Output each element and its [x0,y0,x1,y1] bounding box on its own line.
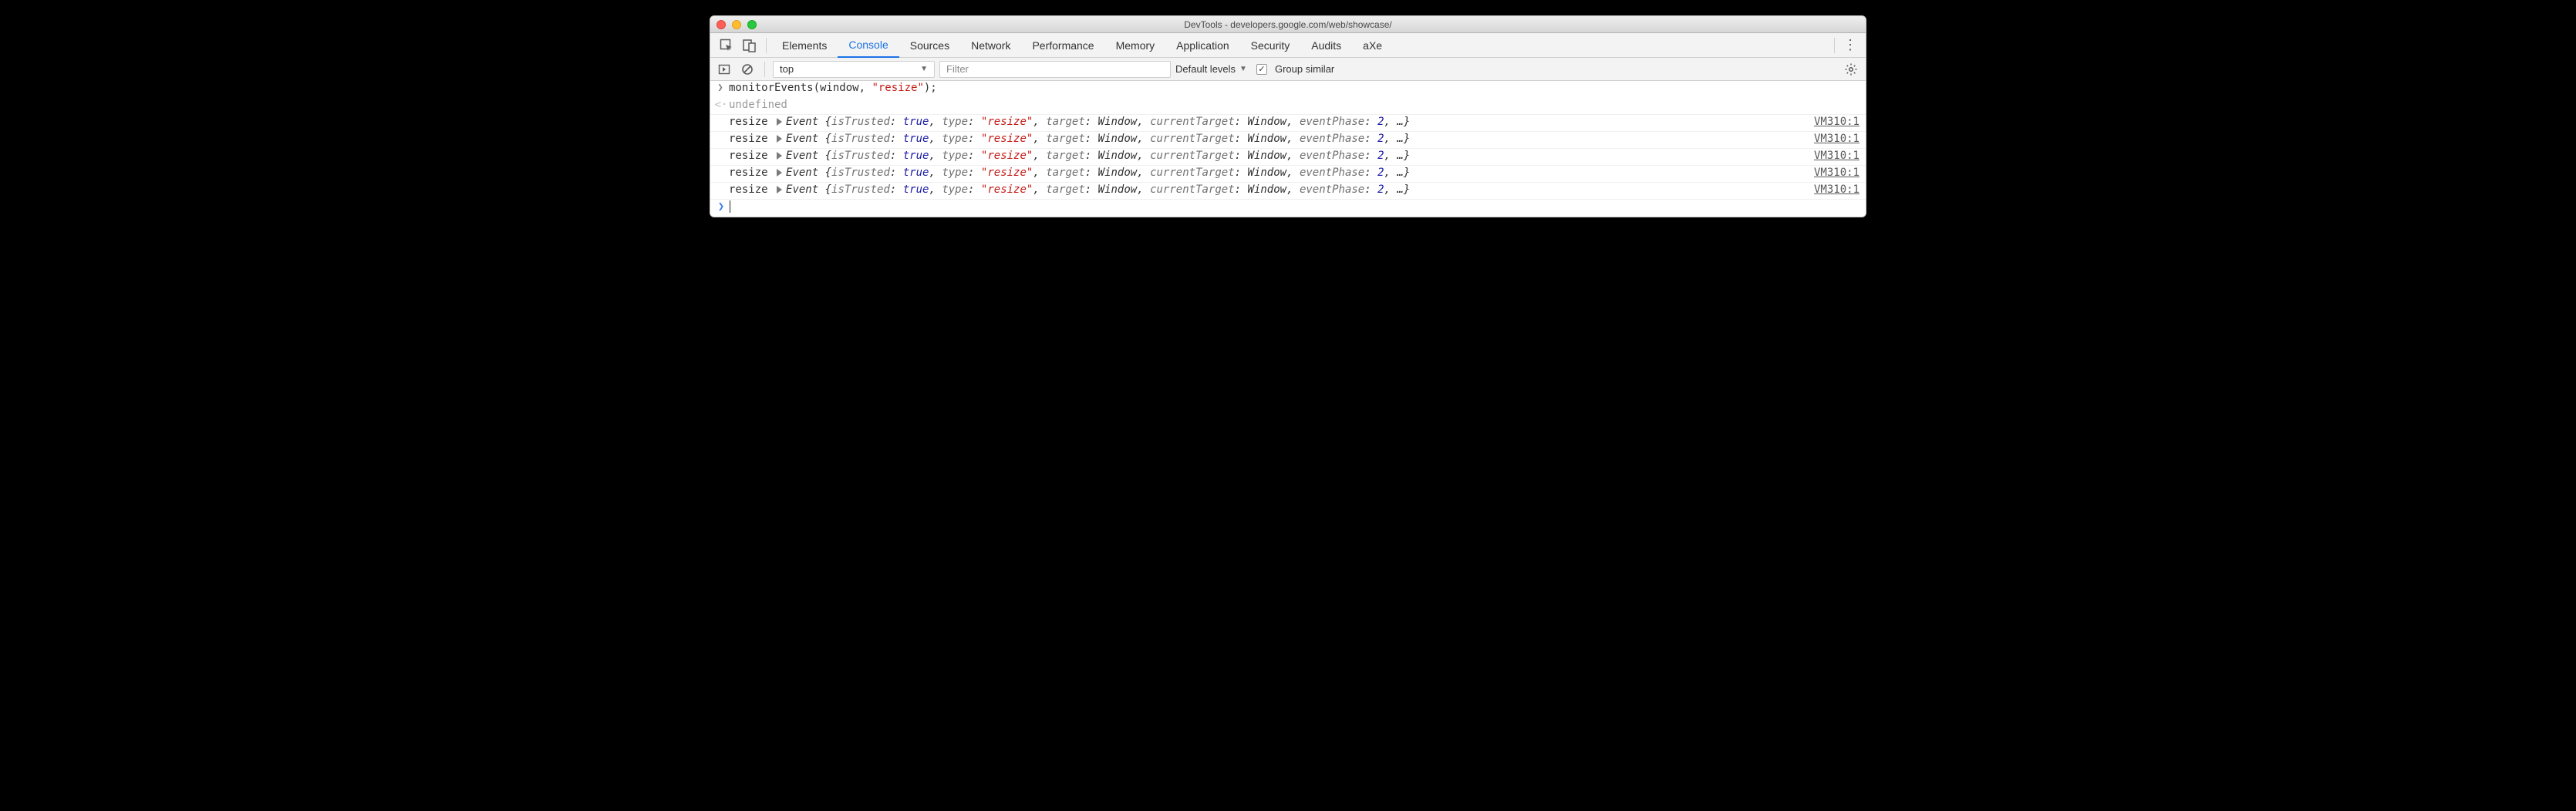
expand-object-icon[interactable] [777,186,782,193]
close-window-button[interactable] [716,20,726,29]
prompt-chevron-icon: ❯ [718,200,724,213]
console-event-row: resize Event {isTrusted: true, type: "re… [710,166,1866,183]
tab-performance[interactable]: Performance [1021,33,1104,58]
console-event-row: resize Event {isTrusted: true, type: "re… [710,132,1866,149]
output-arrow-icon: <· [715,99,728,111]
tab-security[interactable]: Security [1240,33,1301,58]
event-summary[interactable]: resize Event {isTrusted: true, type: "re… [729,133,1814,145]
titlebar: DevTools - developers.google.com/web/sho… [710,16,1866,33]
dropdown-triangle-icon: ▼ [1239,65,1247,73]
event-summary[interactable]: resize Event {isTrusted: true, type: "re… [729,150,1814,162]
inspect-element-icon[interactable] [715,33,738,58]
group-similar-label: Group similar [1275,63,1334,75]
window-title: DevTools - developers.google.com/web/sho… [1184,19,1391,30]
tab-axe[interactable]: aXe [1352,33,1393,58]
console-output-line: <· undefined [710,98,1866,115]
tab-audits[interactable]: Audits [1300,33,1352,58]
context-selector-value: top [780,63,794,75]
separator [766,38,767,53]
minimize-window-button[interactable] [732,20,741,29]
zoom-window-button[interactable] [747,20,757,29]
source-link[interactable]: VM310:1 [1814,183,1860,196]
expand-object-icon[interactable] [777,135,782,143]
console-output-value: undefined [729,99,1860,111]
tab-application[interactable]: Application [1165,33,1240,58]
tab-sources[interactable]: Sources [899,33,960,58]
devtools-window: DevTools - developers.google.com/web/sho… [710,15,1866,217]
source-link[interactable]: VM310:1 [1814,133,1860,145]
dropdown-triangle-icon: ▼ [920,65,928,73]
devtools-tabbar: ElementsConsoleSourcesNetworkPerformance… [710,33,1866,58]
console-settings-icon[interactable] [1841,62,1861,76]
log-levels-label: Default levels [1175,63,1236,75]
log-levels-dropdown[interactable]: Default levels ▼ [1175,63,1247,75]
console-event-row: resize Event {isTrusted: true, type: "re… [710,183,1866,200]
input-chevron-icon: ❯ [717,82,723,93]
event-summary[interactable]: resize Event {isTrusted: true, type: "re… [729,116,1814,128]
expand-object-icon[interactable] [777,152,782,160]
console-input-echo: ❯ monitorEvents(window, "resize"); [710,81,1866,98]
filter-input[interactable] [939,61,1171,78]
console-prompt-input[interactable] [729,200,1860,213]
separator [1834,38,1835,53]
tab-console[interactable]: Console [838,33,899,58]
tab-elements[interactable]: Elements [771,33,838,58]
expand-object-icon[interactable] [777,118,782,126]
toggle-console-sidebar-icon[interactable] [715,60,733,79]
console-event-row: resize Event {isTrusted: true, type: "re… [710,149,1866,166]
source-link[interactable]: VM310:1 [1814,150,1860,162]
console-event-row: resize Event {isTrusted: true, type: "re… [710,115,1866,132]
context-selector[interactable]: top ▼ [773,61,935,78]
more-options-icon[interactable]: ⋮ [1839,37,1861,53]
source-link[interactable]: VM310:1 [1814,116,1860,128]
group-similar-checkbox[interactable]: ✓ [1256,64,1267,75]
expand-object-icon[interactable] [777,169,782,177]
console-toolbar: top ▼ Default levels ▼ ✓ Group similar [710,58,1866,81]
event-summary[interactable]: resize Event {isTrusted: true, type: "re… [729,167,1814,179]
console-input-text: monitorEvents(window, "resize"); [729,82,1860,94]
source-link[interactable]: VM310:1 [1814,167,1860,179]
console-body: ❯ monitorEvents(window, "resize"); <· un… [710,81,1866,217]
event-summary[interactable]: resize Event {isTrusted: true, type: "re… [729,183,1814,196]
separator [764,62,765,77]
clear-console-icon[interactable] [738,60,757,79]
tab-network[interactable]: Network [960,33,1021,58]
tab-memory[interactable]: Memory [1105,33,1166,58]
device-toolbar-icon[interactable] [738,33,761,58]
traffic-lights [716,20,757,29]
console-prompt-row[interactable]: ❯ [710,200,1866,217]
